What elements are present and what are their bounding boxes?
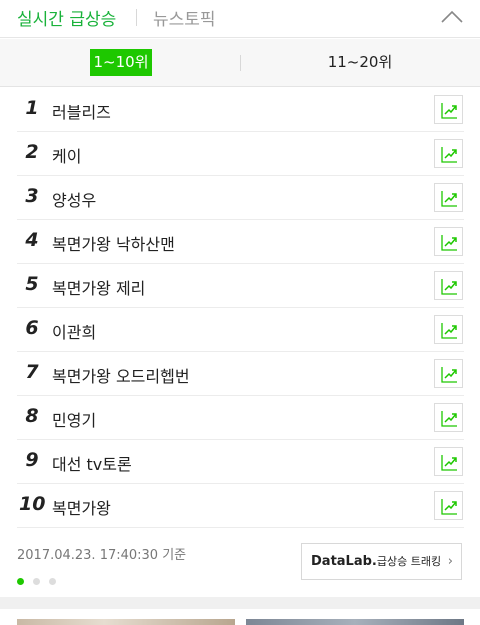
page-dot[interactable]	[17, 578, 24, 585]
trend-chart-icon[interactable]	[434, 315, 463, 344]
rank-number: 3	[25, 185, 39, 207]
rank-number: 9	[25, 449, 39, 471]
trend-chart-icon[interactable]	[434, 183, 463, 212]
trend-chart-icon[interactable]	[434, 403, 463, 432]
rank-number: 6	[25, 317, 39, 339]
update-timestamp: 2017.04.23. 17:40:30 기준	[17, 548, 187, 563]
rank-number: 4	[25, 229, 39, 251]
range-divider	[240, 55, 241, 71]
ranking-row[interactable]: 9 대선 tv토론	[17, 440, 464, 484]
ranking-row[interactable]: 2 케이	[17, 132, 464, 176]
ranking-list: 1 러블리즈 2 케이 3 양성우 4 복면가왕 낙하산맨 5 복면가왕 제리 6 이관희 7 복면가왕 …	[17, 88, 464, 528]
rank-number: 2	[25, 141, 39, 163]
ranking-footer: 2017.04.23. 17:40:30 기준 DataLab.급상승 트래킹 …	[0, 532, 480, 597]
rank-number: 8	[25, 405, 39, 427]
keyword-link[interactable]: 복면가왕 오드리헵번	[52, 363, 190, 387]
thumbnail-image[interactable]	[17, 619, 235, 625]
keyword-link[interactable]: 복면가왕 제리	[52, 275, 145, 299]
rank-range-tabs: 1~10위 11~20위	[0, 39, 480, 87]
thumbnail-image[interactable]	[246, 619, 464, 625]
keyword-link[interactable]: 양성우	[52, 187, 96, 211]
page-dot[interactable]	[33, 578, 40, 585]
trend-chart-icon[interactable]	[434, 359, 463, 388]
ranking-row[interactable]: 4 복면가왕 낙하산맨	[17, 220, 464, 264]
keyword-link[interactable]: 케이	[52, 143, 81, 167]
ranking-row[interactable]: 1 러블리즈	[17, 88, 464, 132]
rank-number: 5	[25, 273, 39, 295]
datalab-sub-label: 급상승 트래킹	[376, 555, 442, 568]
content-thumbnails	[0, 609, 480, 625]
ranking-row[interactable]: 10 복면가왕	[17, 484, 464, 528]
keyword-link[interactable]: 복면가왕	[52, 495, 111, 519]
ranking-row[interactable]: 6 이관희	[17, 308, 464, 352]
page-dot[interactable]	[49, 578, 56, 585]
keyword-link[interactable]: 러블리즈	[52, 99, 111, 123]
ranking-row[interactable]: 3 양성우	[17, 176, 464, 220]
ranking-row[interactable]: 7 복면가왕 오드리헵번	[17, 352, 464, 396]
chevron-right-icon: ›	[447, 554, 453, 569]
ranking-row[interactable]: 8 민영기	[17, 396, 464, 440]
rank-number: 10	[19, 493, 46, 515]
trend-chart-icon[interactable]	[434, 95, 463, 124]
keyword-link[interactable]: 대선 tv토론	[52, 451, 132, 475]
keyword-link[interactable]: 복면가왕 낙하산맨	[52, 231, 175, 255]
datalab-button[interactable]: DataLab.급상승 트래킹 ›	[301, 543, 462, 580]
page-indicator	[17, 570, 65, 589]
keyword-link[interactable]: 민영기	[52, 407, 96, 431]
trend-chart-icon[interactable]	[434, 447, 463, 476]
tab-news-topic[interactable]: 뉴스토픽	[153, 5, 216, 30]
trend-chart-icon[interactable]	[434, 139, 463, 168]
keyword-link[interactable]: 이관희	[52, 319, 96, 343]
top-tab-bar: 실시간 급상승 뉴스토픽	[0, 0, 480, 38]
tab-realtime-rising[interactable]: 실시간 급상승	[17, 5, 116, 30]
datalab-brand: DataLab.	[311, 554, 377, 569]
tab-divider	[136, 9, 137, 26]
tab-rank-1-10[interactable]: 1~10위	[90, 49, 152, 76]
trend-chart-icon[interactable]	[434, 271, 463, 300]
section-separator	[0, 597, 480, 609]
trend-chart-icon[interactable]	[434, 227, 463, 256]
ranking-row[interactable]: 5 복면가왕 제리	[17, 264, 464, 308]
trend-chart-icon[interactable]	[434, 491, 463, 520]
chevron-up-icon[interactable]	[438, 3, 466, 31]
rank-number: 1	[25, 97, 39, 119]
rank-number: 7	[25, 361, 39, 383]
tab-rank-11-20[interactable]: 11~20위	[300, 49, 420, 76]
